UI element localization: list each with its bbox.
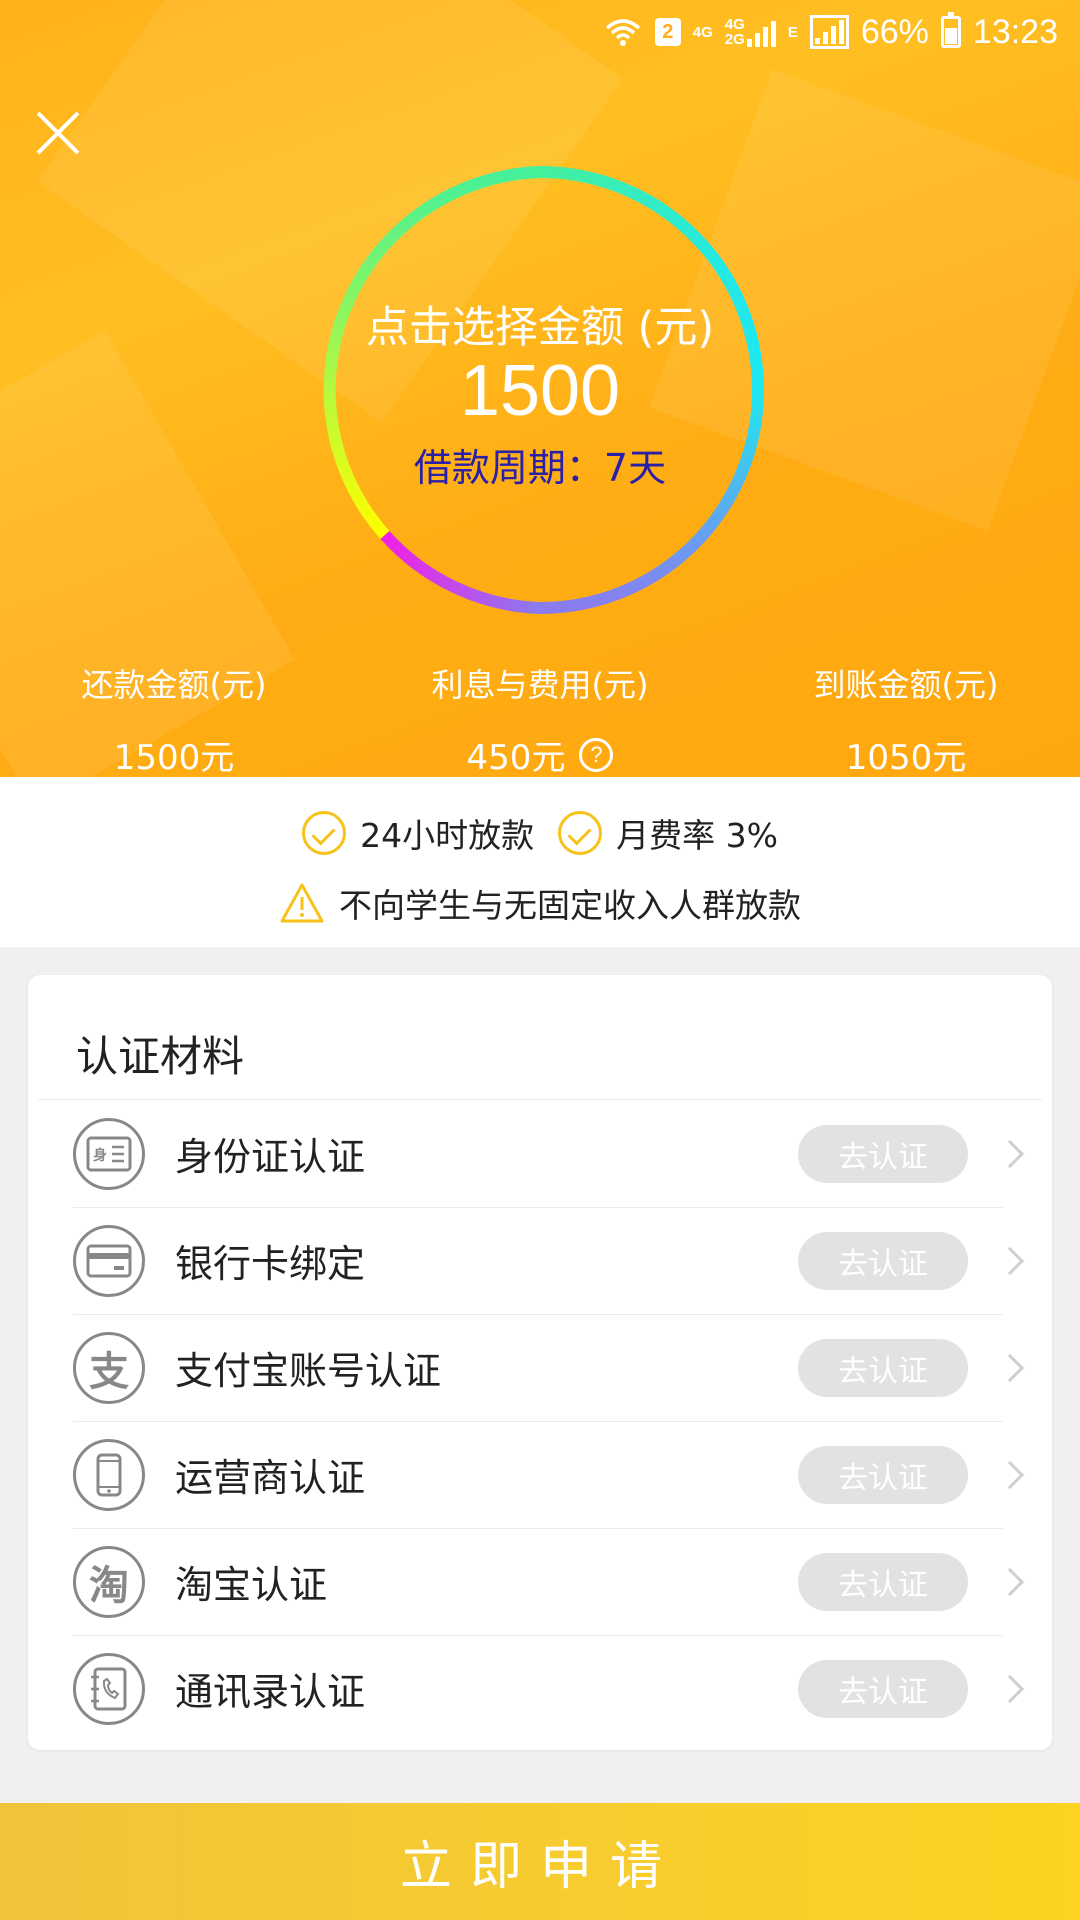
- warning-text: 不向学生与无固定收入人群放款: [339, 886, 801, 925]
- question-icon[interactable]: ?: [579, 737, 614, 772]
- cert-row-id-card[interactable]: 身 身份证认证 去认证: [73, 1100, 1038, 1207]
- cert-label: 银行卡绑定: [175, 1242, 366, 1286]
- cert-row-contacts[interactable]: 通讯录认证 去认证: [73, 1635, 1038, 1742]
- chevron-right-icon: [995, 1567, 1025, 1596]
- cert-row-bank-card[interactable]: 银行卡绑定 去认证: [73, 1207, 1038, 1314]
- chevron-right-icon: [995, 1246, 1025, 1275]
- verify-button[interactable]: 去认证: [798, 1445, 968, 1504]
- network-type-2g: 2G: [724, 31, 745, 48]
- battery-percent: 66%: [860, 12, 929, 51]
- apply-now-button[interactable]: 立即申请: [0, 1803, 1080, 1920]
- chevron-right-icon: [995, 1139, 1025, 1168]
- cert-label: 身份证认证: [175, 1135, 366, 1179]
- header-banner: 2 4G 4G 2G E 66% 13:23 点击选择金额 (元) 1500 借…: [0, 0, 1080, 777]
- interest-value: 450元: [466, 738, 566, 777]
- clock-time: 13:23: [972, 12, 1058, 51]
- interest-label: 利息与费用(元): [431, 666, 649, 704]
- warning-note: 不向学生与无固定收入人群放款: [279, 879, 801, 927]
- repay-label: 还款金额(元): [81, 666, 267, 704]
- cert-row-taobao[interactable]: 淘 淘宝认证 去认证: [73, 1528, 1038, 1635]
- svg-text:身: 身: [93, 1147, 107, 1164]
- loan-summary: 还款金额(元) 1500元 利息与费用(元) 450元 ? 到账金额(元) 10…: [0, 660, 1080, 777]
- arrival-label: 到账金额(元): [813, 666, 999, 704]
- warning-icon: [280, 883, 324, 923]
- feature-24h-text: 24小时放款: [360, 816, 535, 855]
- verify-button[interactable]: 去认证: [798, 1659, 968, 1718]
- feature-rate-text: 月费率 3%: [616, 816, 778, 855]
- cert-row-alipay[interactable]: 支 支付宝账号认证 去认证: [73, 1314, 1038, 1421]
- cert-row-carrier[interactable]: 运营商认证 去认证: [73, 1421, 1038, 1528]
- signal-icon: [746, 17, 776, 47]
- loan-period: 借款周期：7天: [413, 446, 667, 490]
- cert-label: 支付宝账号认证: [175, 1349, 442, 1393]
- repay-value: 1500元: [113, 738, 235, 777]
- close-button[interactable]: [30, 105, 86, 161]
- verify-button[interactable]: 去认证: [798, 1552, 968, 1611]
- check-circle-icon: [302, 811, 347, 855]
- verify-button[interactable]: 去认证: [798, 1124, 968, 1183]
- status-bar: 2 4G 4G 2G E 66% 13:23: [603, 10, 1058, 54]
- signal-icon: [809, 15, 849, 49]
- certification-title: 认证材料: [76, 1032, 245, 1081]
- interest-column: 利息与费用(元) 450元 ?: [390, 660, 690, 777]
- wifi-icon: [605, 19, 640, 46]
- taobao-icon: 淘: [73, 1545, 145, 1618]
- id-card-icon: 身: [73, 1117, 145, 1190]
- feature-rate: 月费率 3%: [558, 809, 778, 857]
- arrival-value: 1050元: [845, 738, 967, 777]
- chevron-right-icon: [995, 1353, 1025, 1382]
- loan-amount: 1500: [459, 351, 621, 431]
- feature-notes: 24小时放款 月费率 3% 不向学生与无固定收入人群放款: [0, 777, 1080, 947]
- cert-label: 通讯录认证: [175, 1670, 366, 1714]
- feature-row: 24小时放款 月费率 3%: [0, 809, 1080, 857]
- verify-button[interactable]: 去认证: [798, 1338, 968, 1397]
- amount-select-label: 点击选择金额 (元): [365, 303, 715, 353]
- alipay-icon: 支: [73, 1331, 145, 1404]
- verify-button[interactable]: 去认证: [798, 1231, 968, 1290]
- chevron-right-icon: [995, 1674, 1025, 1703]
- close-icon: [36, 111, 80, 155]
- certification-card: 认证材料 身 身份证认证 去认证 银行卡绑定 去认证 支 支付宝账号认证 去认证…: [28, 975, 1052, 1750]
- sim-slot-badge: 2: [654, 18, 681, 46]
- bank-card-icon: [73, 1224, 145, 1297]
- arrival-column: 到账金额(元) 1050元: [756, 660, 1056, 777]
- check-circle-icon: [558, 811, 603, 855]
- repay-amount-column: 还款金额(元) 1500元: [24, 660, 324, 777]
- cert-label: 淘宝认证: [175, 1563, 328, 1607]
- network-type-4g: 4G: [692, 23, 713, 41]
- cert-label: 运营商认证: [175, 1456, 366, 1500]
- signal-dual: 4G 2G: [725, 17, 776, 47]
- network-type-4g-dual: 4G: [724, 16, 745, 33]
- network-type-e: E: [787, 23, 798, 41]
- chevron-right-icon: [995, 1460, 1025, 1489]
- contacts-icon: [73, 1652, 145, 1725]
- battery-icon: [940, 12, 961, 48]
- warning-row: 不向学生与无固定收入人群放款: [0, 879, 1080, 927]
- feature-24h: 24小时放款: [302, 809, 534, 857]
- ring-content: 点击选择金额 (元) 1500 借款周期：7天: [315, 165, 765, 615]
- phone-icon: [73, 1438, 145, 1511]
